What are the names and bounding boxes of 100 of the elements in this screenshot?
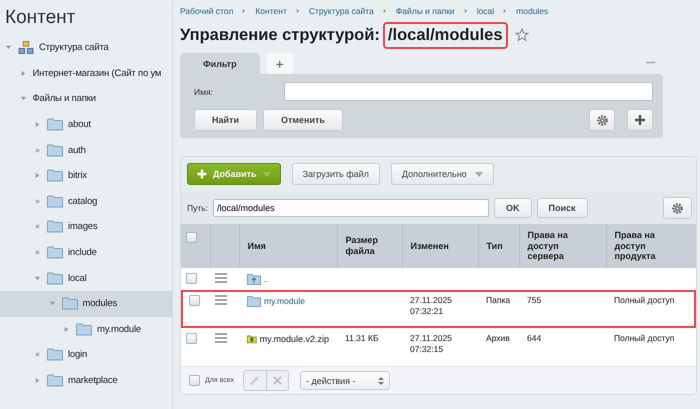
folder-icon	[47, 144, 63, 157]
product-permissions: Полный доступ	[614, 295, 674, 305]
more-button[interactable]: Дополнительно	[390, 163, 494, 185]
breadcrumb-link[interactable]: Структура сайта	[308, 6, 374, 16]
settings-button[interactable]	[589, 109, 615, 131]
settings-icon	[596, 114, 608, 126]
breadcrumb-link[interactable]: Контент	[255, 6, 287, 16]
path-input-field[interactable]: /local/modules	[213, 199, 490, 217]
breadcrumb-link[interactable]: local	[476, 6, 494, 16]
breadcrumb-link[interactable]: Файлы и папки	[396, 6, 455, 16]
caret-icon	[262, 172, 271, 176]
pencil-icon	[249, 375, 260, 386]
name-input-field[interactable]	[284, 82, 653, 101]
collapsed-arrow-icon[interactable]	[63, 326, 70, 333]
path-label: Путь:	[187, 203, 208, 213]
collapsed-arrow-icon[interactable]	[34, 121, 41, 128]
chevron-icon	[464, 8, 468, 14]
close-icon	[272, 376, 282, 385]
ok-button[interactable]: OK	[494, 198, 532, 218]
tree-item[interactable]: bitrix	[0, 162, 172, 189]
folder-icon	[47, 169, 63, 182]
star-icon[interactable]	[514, 28, 529, 42]
row-checkbox[interactable]	[189, 295, 200, 306]
caret-icon	[474, 172, 483, 176]
tree-item[interactable]: modules	[0, 290, 172, 317]
filter-button[interactable]: Отменить	[262, 109, 343, 131]
tree-item[interactable]: Файлы и папки	[0, 86, 172, 112]
tree-item[interactable]: images	[0, 214, 172, 240]
filter-tab[interactable]: Фильтр	[180, 53, 260, 74]
menu-icon[interactable]	[215, 295, 227, 305]
folder-icon	[47, 272, 63, 285]
tree-item[interactable]: marketplace	[0, 368, 172, 394]
folder-icon	[47, 220, 63, 234]
modified-date: 27.11.2025 07:32:15	[410, 333, 453, 356]
column-header[interactable]: Права на доступ сервера	[519, 224, 606, 268]
row-checkbox[interactable]	[186, 273, 197, 284]
column-header[interactable]: Имя	[239, 224, 337, 268]
tree-item[interactable]: about	[0, 112, 172, 138]
collapsed-arrow-icon[interactable]	[20, 70, 26, 77]
breadcrumb-link[interactable]: Рабочий стол	[180, 6, 234, 16]
tree-item[interactable]: Структура сайта	[0, 35, 172, 61]
tree-item[interactable]: catalog	[0, 188, 172, 214]
bullet-icon	[34, 198, 41, 205]
collapse-icon[interactable]	[646, 61, 655, 64]
expanded-arrow-icon[interactable]	[20, 95, 26, 102]
filter-tab[interactable]: +	[266, 53, 293, 74]
column-header[interactable]: Изменен	[402, 224, 478, 268]
column-header[interactable]: Размер файла	[337, 224, 402, 268]
plus-icon	[634, 114, 646, 126]
select-all-checkbox[interactable]	[186, 232, 197, 244]
menu-icon[interactable]	[215, 333, 227, 343]
actions-dropdown[interactable]: - действия -	[300, 371, 390, 390]
modified-date: 27.11.2025 07:32:21	[410, 295, 453, 318]
expanded-arrow-icon[interactable]	[34, 274, 41, 282]
archive-icon	[247, 333, 257, 345]
tree-item[interactable]: local	[0, 265, 172, 291]
column-header[interactable]: Тип	[478, 224, 519, 268]
chevron-icon	[382, 8, 387, 14]
settings-button[interactable]	[663, 197, 692, 219]
tree-item[interactable]: include	[0, 240, 172, 266]
file-type: Папка	[486, 295, 510, 305]
folder-icon	[76, 322, 92, 336]
upload-button[interactable]: Загрузить файл	[292, 163, 380, 185]
bullet-icon	[34, 223, 41, 230]
tree-item[interactable]: auth	[0, 137, 172, 163]
breadcrumb-link[interactable]: modules	[516, 6, 548, 16]
file-link[interactable]: ..	[264, 274, 269, 284]
edit-button[interactable]	[244, 371, 266, 390]
tree-item[interactable]: Интернет-магазин (Сайт по ум	[0, 60, 172, 86]
product-permissions: Полный доступ	[614, 333, 674, 343]
expanded-arrow-icon[interactable]	[48, 300, 56, 308]
filter-button[interactable]: Найти	[194, 109, 257, 131]
all-checkbox[interactable]	[189, 375, 200, 386]
folder-icon	[247, 295, 261, 307]
tree-item[interactable]: my.module	[0, 316, 172, 342]
file-name[interactable]: my.module.v2.zip	[260, 334, 329, 344]
server-permissions: 755	[527, 295, 542, 305]
bullet-icon	[34, 249, 41, 256]
updown-icon	[378, 376, 384, 386]
collapsed-arrow-icon[interactable]	[34, 172, 41, 180]
menu-icon[interactable]	[215, 273, 227, 283]
expanded-arrow-icon[interactable]	[5, 44, 12, 52]
file-link[interactable]: my.module	[264, 296, 305, 306]
search-button[interactable]: Поиск	[536, 198, 588, 218]
up-folder-icon	[247, 273, 261, 285]
tree-item[interactable]: login	[0, 342, 172, 368]
page-title-path: /local/modules	[382, 22, 508, 48]
file-size: 11.31 КБ	[345, 333, 379, 343]
collapsed-arrow-icon[interactable]	[34, 377, 41, 384]
server-permissions: 644	[527, 333, 542, 343]
column-header[interactable]: Права на доступ продукта	[606, 224, 696, 268]
settings-icon	[671, 202, 684, 214]
delete-button[interactable]	[266, 371, 288, 390]
bullet-icon	[34, 351, 41, 358]
sitemap-icon	[18, 41, 34, 54]
field-label: Имя:	[194, 86, 214, 96]
row-checkbox[interactable]	[186, 333, 197, 344]
chevron-icon	[503, 8, 508, 14]
chevron-icon	[242, 8, 246, 14]
add-filter-button[interactable]	[627, 109, 653, 131]
